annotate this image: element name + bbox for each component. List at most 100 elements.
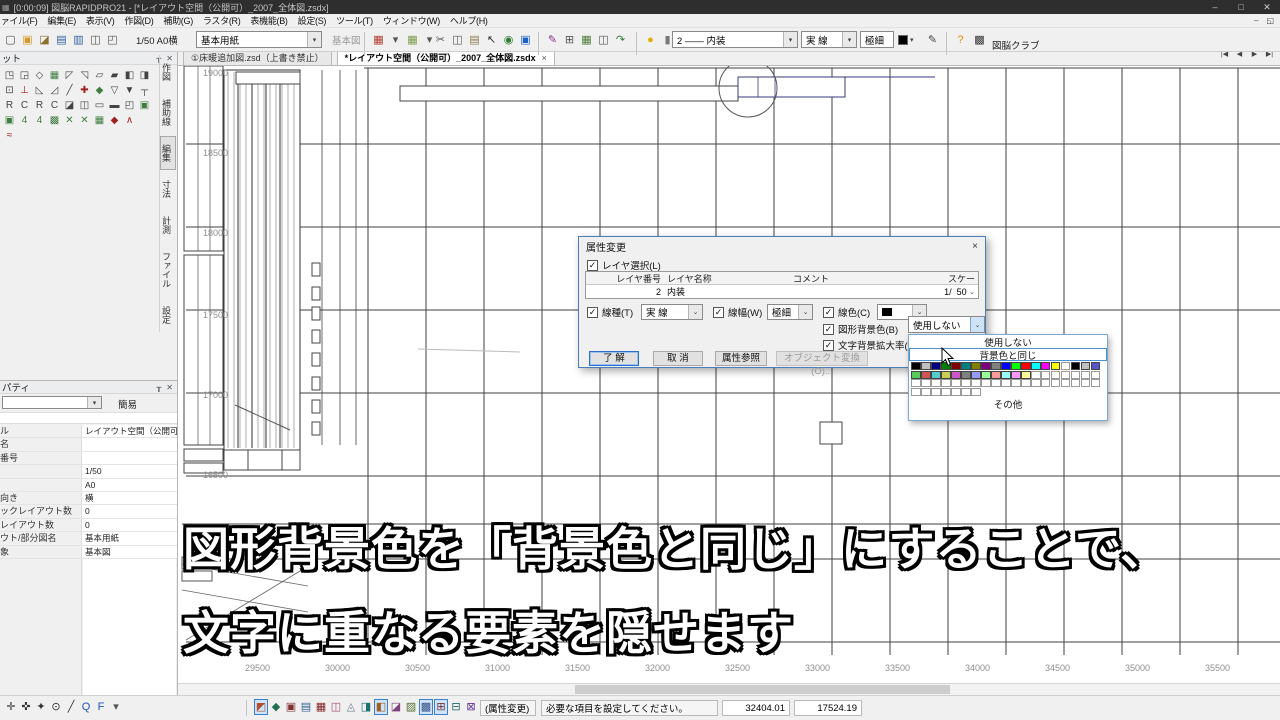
- menu-ヘルプ(H)[interactable]: ヘルプ(H): [445, 14, 493, 27]
- color-swatch[interactable]: [931, 388, 940, 396]
- peak-tool-icon[interactable]: ∧: [122, 113, 137, 128]
- color-swatch[interactable]: [1041, 371, 1050, 379]
- menu-作図(D)[interactable]: 作図(D): [119, 14, 158, 27]
- chevron-down-icon[interactable]: ▾: [783, 32, 797, 47]
- rect-edit-tool-icon[interactable]: ▭: [92, 98, 107, 113]
- cross-tool-icon[interactable]: ✕: [62, 113, 77, 128]
- rotate-command-icon[interactable]: ◬: [344, 699, 358, 715]
- minimize-button[interactable]: –: [1202, 2, 1228, 13]
- array-tool-icon[interactable]: ▦: [47, 68, 62, 83]
- color-swatch[interactable]: [911, 362, 920, 370]
- delete-vertex-tool-icon[interactable]: ▼: [122, 83, 137, 98]
- junction-tool-icon[interactable]: ┬: [137, 83, 152, 98]
- linecolor-checkbox[interactable]: ✓: [823, 307, 834, 318]
- menu-表機能(B)[interactable]: 表機能(B): [245, 14, 292, 27]
- color-swatch[interactable]: [971, 371, 980, 379]
- group-tool-icon[interactable]: ▣: [137, 98, 152, 113]
- color-swatch[interactable]: [1001, 379, 1010, 387]
- grid-snap-icon[interactable]: ⊞: [561, 32, 578, 48]
- color-swatch[interactable]: [991, 371, 1000, 379]
- chevron-down-icon[interactable]: ⌄: [688, 305, 702, 319]
- cancel-button[interactable]: 取 消: [653, 351, 703, 366]
- spline-tool-icon[interactable]: ≈: [2, 128, 17, 143]
- color-swatch[interactable]: [1031, 362, 1040, 370]
- node-tool-icon[interactable]: ✚: [77, 83, 92, 98]
- split-tool-icon[interactable]: ◫: [77, 98, 92, 113]
- shear-tool-icon[interactable]: ▱: [92, 68, 107, 83]
- chevron-down-icon[interactable]: ⌄: [798, 305, 812, 319]
- chevron-down-icon[interactable]: ▾: [910, 36, 914, 44]
- color-swatch[interactable]: [961, 362, 970, 370]
- palette-tab-設定[interactable]: 設定: [160, 298, 176, 332]
- maximize-button[interactable]: □: [1228, 2, 1254, 13]
- scale-tool-icon[interactable]: ◹: [77, 68, 92, 83]
- color-swatch[interactable]: [961, 371, 970, 379]
- color-swatch[interactable]: [951, 371, 960, 379]
- scale-command-icon[interactable]: ◨: [359, 699, 373, 715]
- color-swatch[interactable]: [1021, 371, 1030, 379]
- property-target-select[interactable]: ▾: [2, 396, 102, 409]
- color-swatch[interactable]: [961, 388, 970, 396]
- layer-table-row[interactable]: 2 内装 1/ 50 ⌄: [586, 285, 978, 298]
- offset-command-icon[interactable]: ▨: [404, 699, 418, 715]
- copy-command-icon[interactable]: ▤: [299, 699, 313, 715]
- paper-select[interactable]: 基本用紙 ▾: [196, 31, 322, 48]
- zoom-window-icon[interactable]: ▣: [517, 32, 534, 48]
- fillet-tool-icon[interactable]: ◺: [32, 83, 47, 98]
- move-command-icon[interactable]: ▣: [284, 699, 298, 715]
- scrollbar-thumb[interactable]: [575, 685, 950, 694]
- layout-frame-icon[interactable]: ▦: [578, 32, 595, 48]
- option-same-as-background[interactable]: 背景色と同じ: [909, 348, 1107, 361]
- color-swatch[interactable]: [911, 379, 920, 387]
- color-swatch[interactable]: [1011, 379, 1020, 387]
- color-swatch[interactable]: [931, 371, 940, 379]
- trim-tool-icon[interactable]: ◧: [122, 68, 137, 83]
- color-swatch[interactable]: [941, 371, 950, 379]
- sheet-grid-icon[interactable]: ▦: [404, 32, 421, 48]
- cell-scale[interactable]: 1/ 50 ⌄: [918, 285, 978, 298]
- copy-rotate-tool-icon[interactable]: C: [17, 98, 32, 113]
- new-drawing-icon[interactable]: ▢: [2, 32, 19, 48]
- help-icon[interactable]: ?: [952, 32, 969, 48]
- color-swatch[interactable]: [1081, 362, 1090, 370]
- color-swatch[interactable]: [921, 388, 930, 396]
- select-arrow-icon[interactable]: ↖: [483, 32, 500, 48]
- print-preview-icon[interactable]: ◰: [104, 32, 121, 48]
- color-swatch[interactable]: [1081, 379, 1090, 387]
- dialog-linetype-select[interactable]: 実 線 ⌄: [641, 304, 703, 320]
- attribute-change-icon[interactable]: ◩: [254, 699, 268, 715]
- menu-補助(G)[interactable]: 補助(G): [158, 14, 198, 27]
- color-swatch[interactable]: [911, 388, 920, 396]
- color-swatch[interactable]: [1011, 362, 1020, 370]
- color-swatch[interactable]: [1031, 379, 1040, 387]
- array-command-icon[interactable]: ▦: [314, 699, 328, 715]
- layer-select-checkbox[interactable]: ✓: [587, 260, 598, 271]
- annotate-icon[interactable]: ✎: [544, 32, 561, 48]
- mesh-tool-icon[interactable]: ▩: [47, 113, 62, 128]
- layer4-tool-icon[interactable]: 4: [17, 113, 32, 128]
- import-file-icon[interactable]: ◪: [36, 32, 53, 48]
- menu-編集(E)[interactable]: 編集(E): [42, 14, 81, 27]
- palette-tab-計測[interactable]: 計測: [160, 208, 176, 242]
- color-swatch[interactable]: [911, 371, 920, 379]
- chevron-down-icon[interactable]: ⌄: [970, 317, 984, 332]
- tab-close-icon[interactable]: ×: [542, 53, 547, 63]
- color-swatch[interactable]: [1071, 371, 1080, 379]
- anchor-tool-icon[interactable]: ⊥: [17, 83, 32, 98]
- chevron-down-icon[interactable]: ▾: [87, 397, 101, 408]
- color-swatch[interactable]: [1091, 379, 1100, 387]
- dialog-close-button[interactable]: ×: [972, 241, 978, 252]
- color-swatch[interactable]: [941, 379, 950, 387]
- color-swatch[interactable]: [1001, 362, 1010, 370]
- open-file-icon[interactable]: ▣: [19, 32, 36, 48]
- quick-snap-icon[interactable]: Q: [79, 699, 93, 715]
- option-other[interactable]: その他: [909, 397, 1107, 410]
- menu-ウィンドウ(W)[interactable]: ウィンドウ(W): [378, 14, 445, 27]
- layer-lamp-icon[interactable]: ●: [642, 32, 659, 48]
- close-button[interactable]: ✕: [1254, 2, 1280, 13]
- shape-background-select[interactable]: 使用しない ⌄: [908, 316, 985, 333]
- color-swatch[interactable]: [1061, 362, 1070, 370]
- cross2-tool-icon[interactable]: ✕: [77, 113, 92, 128]
- linewidth-select[interactable]: 極細: [860, 31, 894, 48]
- color-swatch[interactable]: [921, 379, 930, 387]
